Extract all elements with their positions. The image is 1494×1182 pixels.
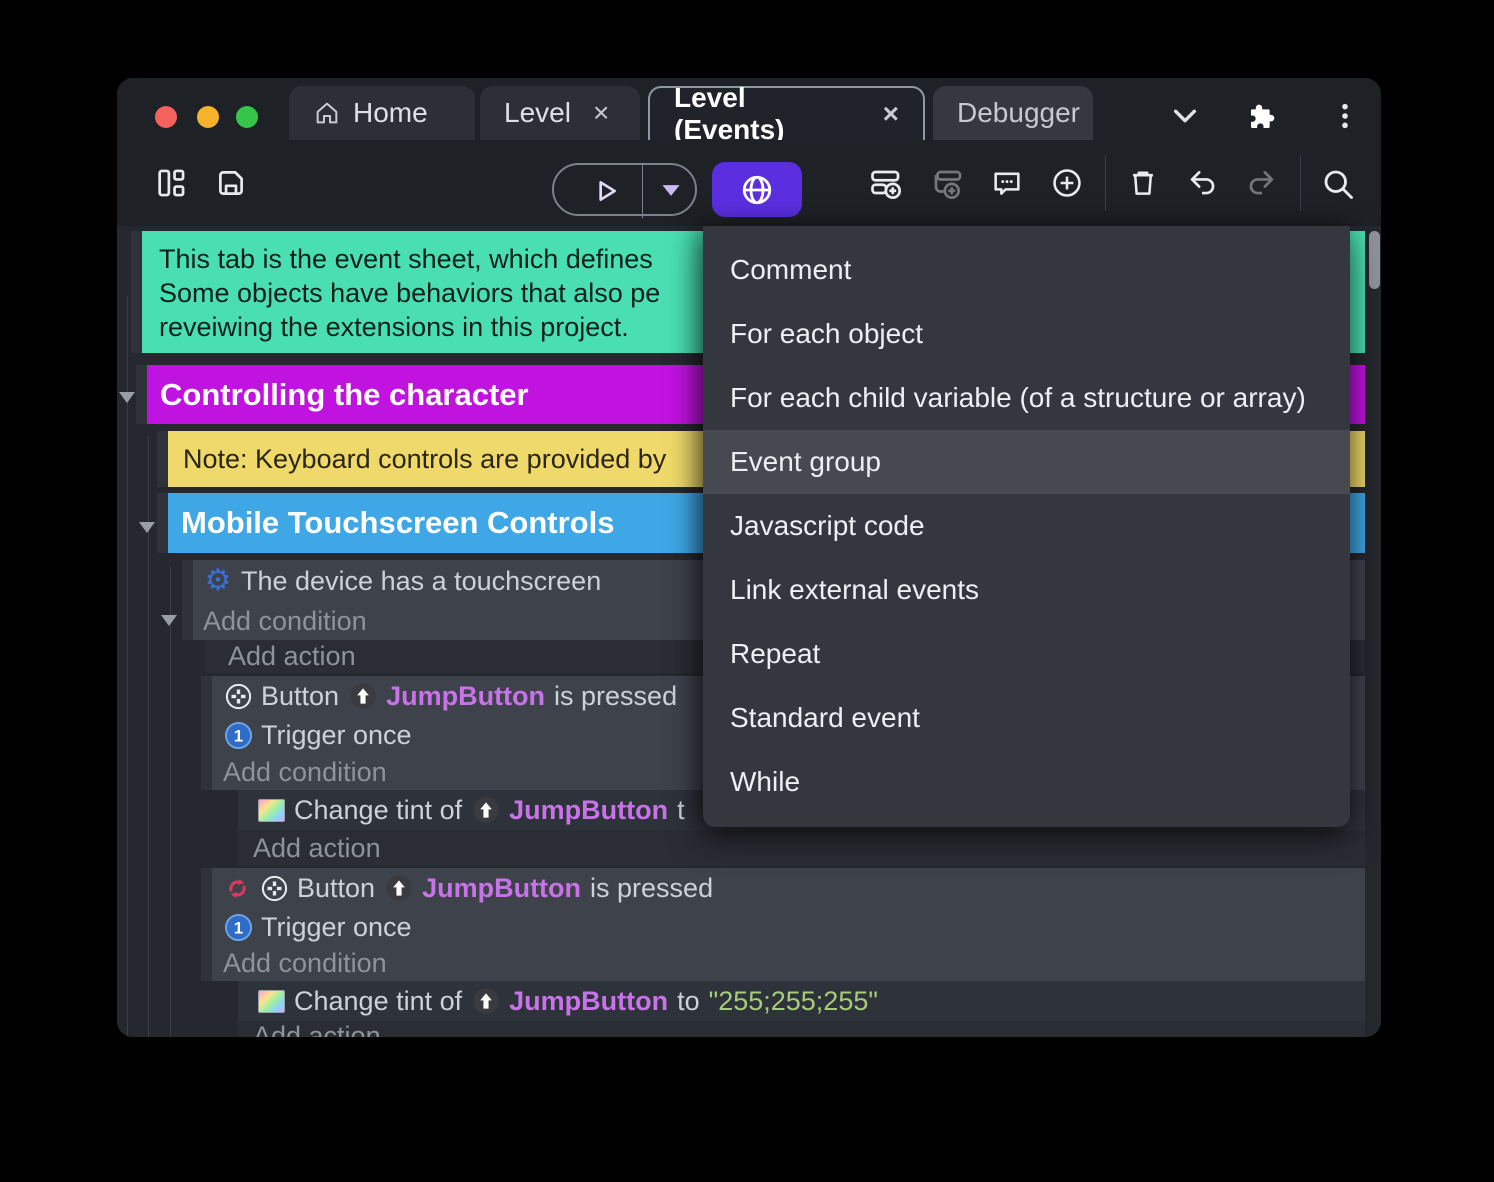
touch-gear-icon: ⚙ [204,564,232,597]
globe-icon [739,172,775,208]
save-icon[interactable] [214,166,248,200]
menu-item-for-each-child-variable[interactable]: For each child variable (of a structure … [703,366,1350,430]
condition-trigger-once[interactable]: 1 Trigger once [223,908,1365,946]
event-margin [182,560,193,640]
menu-item-link-external-events[interactable]: Link external events [703,558,1350,622]
tint-value: "255;255;255" [708,985,878,1016]
close-window-button[interactable] [155,106,177,128]
tab-level-label: Level [504,97,571,128]
app-window: Home Level × Level (Events) × Debugger T… [117,78,1381,1037]
event-margin [157,493,168,553]
tab-home[interactable]: Home [289,86,475,140]
jumpbutton-instance-icon [384,873,414,903]
chevron-down-icon[interactable] [1169,100,1201,132]
event-block-jumpbutton-2: Button JumpButton is pressed 1 Trigger o… [212,868,1365,981]
add-comment-icon[interactable] [990,166,1024,200]
condition-button-pressed[interactable]: Button JumpButton is pressed [223,868,1365,908]
addons-puzzle-icon[interactable] [1247,100,1279,132]
menu-item-for-each-object[interactable]: For each object [703,302,1350,366]
svg-text:1: 1 [233,726,242,745]
group-title: Controlling the character [160,376,529,412]
note-text: Note: Keyboard controls are provided by [183,443,667,474]
play-icon[interactable] [590,175,622,207]
add-condition-link[interactable]: Add condition [223,946,1365,981]
jumpbutton-instance-icon [471,795,501,825]
add-circle-icon[interactable] [1050,166,1084,200]
action-change-tint-2[interactable]: Change tint of JumpButton to "255;255;25… [238,981,1365,1021]
button-object-icon [259,873,289,903]
menu-item-comment[interactable]: Comment [703,238,1350,302]
tab-debugger[interactable]: Debugger [933,86,1093,140]
tab-level[interactable]: Level × [480,86,640,140]
tab-level-events[interactable]: Level (Events) × [648,82,925,145]
toolbar [117,140,1381,226]
tint-color-icon [256,986,286,1016]
add-event-icon[interactable] [868,166,902,200]
jumpbutton-instance-icon [348,681,378,711]
trigger-once-icon: 1 [223,912,253,942]
add-sub-event-icon[interactable] [930,166,964,200]
group-title: Mobile Touchscreen Controls [181,505,615,540]
tab-debugger-label: Debugger [957,97,1080,128]
menu-item-while[interactable]: While [703,750,1350,814]
trigger-once-icon: 1 [223,720,253,750]
home-icon [313,99,341,127]
zoom-window-button[interactable] [236,106,258,128]
add-action-link[interactable]: Add action [238,830,1365,866]
tint-color-icon [256,795,286,825]
svg-text:1: 1 [233,918,242,937]
tab-home-label: Home [353,97,428,128]
collapse-arrow-icon[interactable] [119,392,135,403]
search-icon[interactable] [1320,166,1354,200]
collapse-arrow-icon[interactable] [161,615,177,626]
play-split-button [552,163,697,218]
add-event-context-menu: Comment For each object For each child v… [703,226,1350,827]
toolbar-divider [1105,155,1106,211]
gutter-line [127,296,128,1037]
menu-kebab-icon[interactable] [1329,100,1361,132]
layout-view-icon[interactable] [154,166,188,200]
undo-icon[interactable] [1185,166,1219,200]
button-object-icon [223,681,253,711]
menu-item-repeat[interactable]: Repeat [703,622,1350,686]
event-margin [201,676,212,790]
gutter-line [170,566,171,1037]
collapse-arrow-icon[interactable] [139,522,155,533]
delete-icon[interactable] [1126,166,1160,200]
scrollbar-thumb[interactable] [1369,231,1380,289]
tab-level-close-icon[interactable]: × [593,97,609,129]
invert-condition-icon [223,873,251,903]
menu-item-event-group[interactable]: Event group [703,430,1350,494]
jumpbutton-instance-icon [471,986,501,1016]
preview-browser-button[interactable] [712,162,802,217]
scrollbar-track[interactable] [1365,226,1381,1037]
redo-icon[interactable] [1245,166,1279,200]
tab-level-events-label: Level (Events) [674,82,785,145]
event-margin [157,431,168,487]
tab-level-events-close-icon[interactable]: × [883,98,899,130]
event-margin [131,231,142,353]
event-sheet: This tab is the event sheet, which defin… [117,226,1381,1037]
menu-item-standard-event[interactable]: Standard event [703,686,1350,750]
minimize-window-button[interactable] [197,106,219,128]
play-options-caret-icon[interactable] [660,183,682,198]
play-button-divider [642,165,643,218]
menu-item-javascript-code[interactable]: Javascript code [703,494,1350,558]
event-margin [201,868,212,981]
event-margin [136,365,147,424]
titlebar: Home Level × Level (Events) × Debugger [117,78,1381,145]
toolbar-divider [1300,155,1301,211]
condition-text: The device has a touchscreen [241,565,602,596]
add-action-link[interactable]: Add action [238,1021,1365,1037]
